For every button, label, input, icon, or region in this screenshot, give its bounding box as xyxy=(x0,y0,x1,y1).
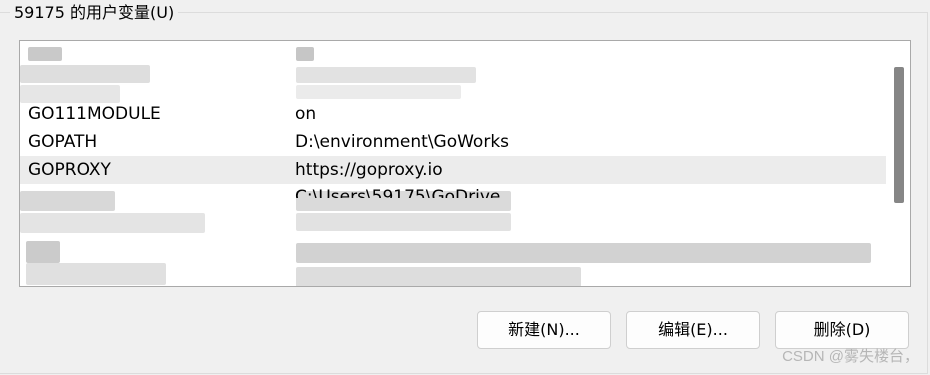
list-item[interactable]: C:\Users\59175\GoDrive xyxy=(20,184,886,198)
variable-name: GO111MODULE xyxy=(28,104,161,124)
group-title: 59175 的用户变量(U) xyxy=(10,3,179,23)
list-item[interactable]: GOPATH D:\environment\GoWorks xyxy=(20,128,886,156)
variable-value: https://goproxy.io xyxy=(295,160,443,180)
variable-value: on xyxy=(295,104,317,124)
variable-value: C:\Users\59175\GoDrive xyxy=(295,187,501,198)
user-variables-list[interactable]: GO111MODULE on GOPATH D:\environment\GoW… xyxy=(19,40,911,287)
list-item[interactable]: GO111MODULE on xyxy=(20,100,886,128)
list-item-selected[interactable]: GOPROXY https://goproxy.io xyxy=(20,156,886,184)
scrollbar-thumb[interactable] xyxy=(894,67,904,203)
vertical-scrollbar[interactable] xyxy=(888,41,910,286)
variable-value: D:\environment\GoWorks xyxy=(295,132,510,152)
variable-name: GOPATH xyxy=(28,132,98,152)
edit-variable-button[interactable]: 编辑(E)... xyxy=(626,311,760,349)
watermark-text: CSDN @雾失楼台， xyxy=(782,348,919,365)
delete-variable-button[interactable]: 删除(D) xyxy=(775,311,909,349)
new-variable-button[interactable]: 新建(N)... xyxy=(477,311,611,349)
variable-name: GOPROXY xyxy=(28,160,111,180)
